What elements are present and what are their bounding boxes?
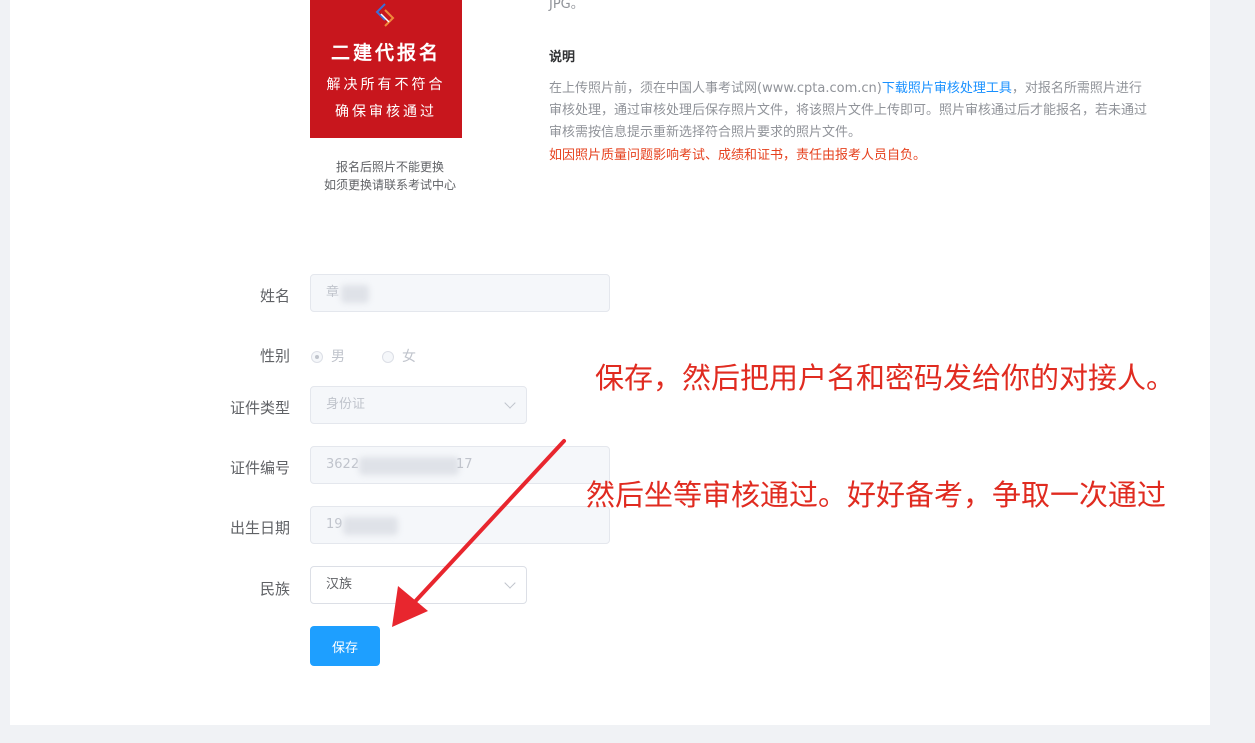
annotation-arrow (392, 439, 566, 627)
